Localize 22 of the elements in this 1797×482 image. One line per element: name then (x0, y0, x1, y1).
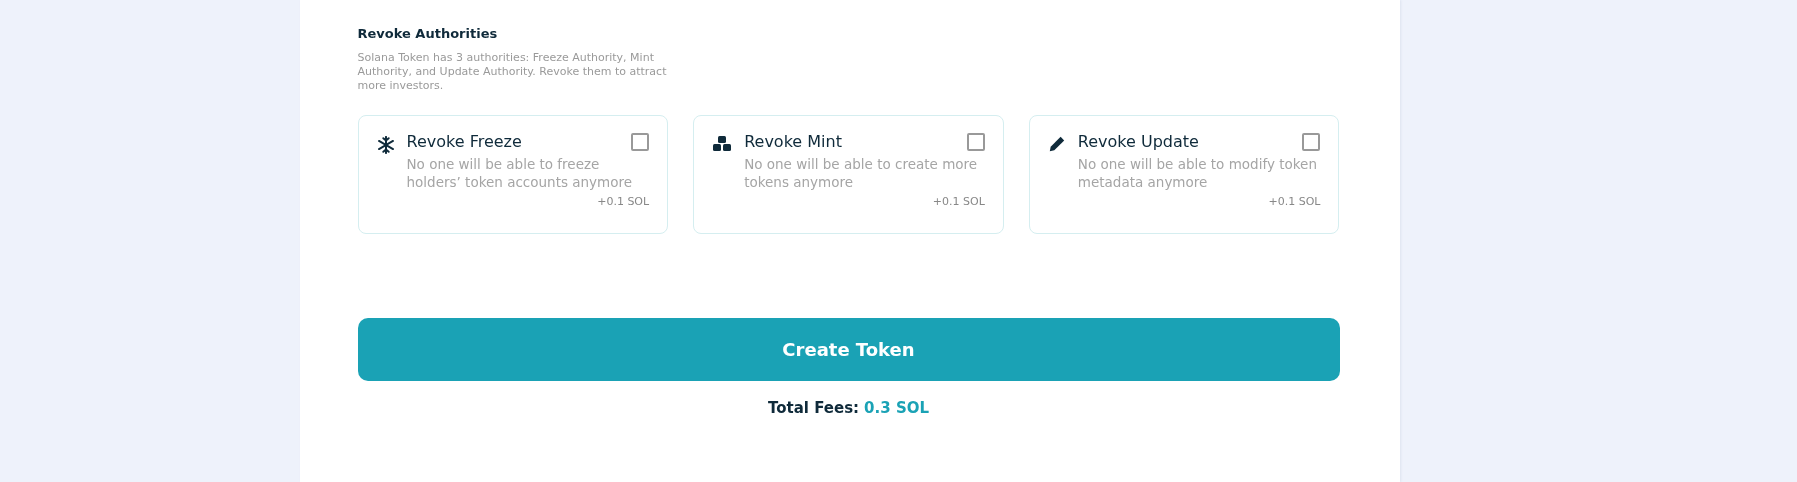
section-description: Solana Token has 3 authorities: Freeze Authority, Mint Authority, and Update Authority. Revoke them to attract more investors. (357, 51, 668, 93)
option-fee: +0.1 SOL (932, 195, 985, 208)
option-fee: +0.1 SOL (597, 195, 650, 208)
section-title: Revoke Authorities (357, 26, 499, 41)
option-fee: +0.1 SOL (1268, 195, 1321, 208)
snowflake-icon (376, 136, 395, 154)
cubes-icon (712, 135, 733, 153)
option-description: No one will be able to freeze holders’ token accounts anymore (406, 155, 634, 191)
option-card[interactable]: Revoke Mint No one will be able to create more tokens anymore +0.1 SOL (693, 115, 1004, 234)
pencil-icon (1047, 135, 1066, 153)
option-card[interactable]: Revoke Update No one will be able to modify token metadata anymore +0.1 SOL (1028, 115, 1340, 234)
checkbox[interactable] (631, 132, 650, 151)
option-description: No one will be able to create more tokens anymore (744, 155, 979, 191)
total-fees-label: Total Fees: (767, 399, 860, 417)
total-fees-value: 0.3 SOL (864, 399, 929, 417)
option-title: Revoke Update (1077, 132, 1199, 151)
option-title: Revoke Mint (744, 132, 842, 151)
checkbox[interactable] (1302, 132, 1321, 151)
option-card[interactable]: Revoke Freeze No one will be able to freeze holders’ token accounts anymore +0.1 SOL (357, 115, 669, 234)
checkbox[interactable] (966, 132, 985, 151)
option-description: No one will be able to modify token metadata anymore (1077, 155, 1318, 191)
option-title: Revoke Freeze (406, 132, 522, 151)
